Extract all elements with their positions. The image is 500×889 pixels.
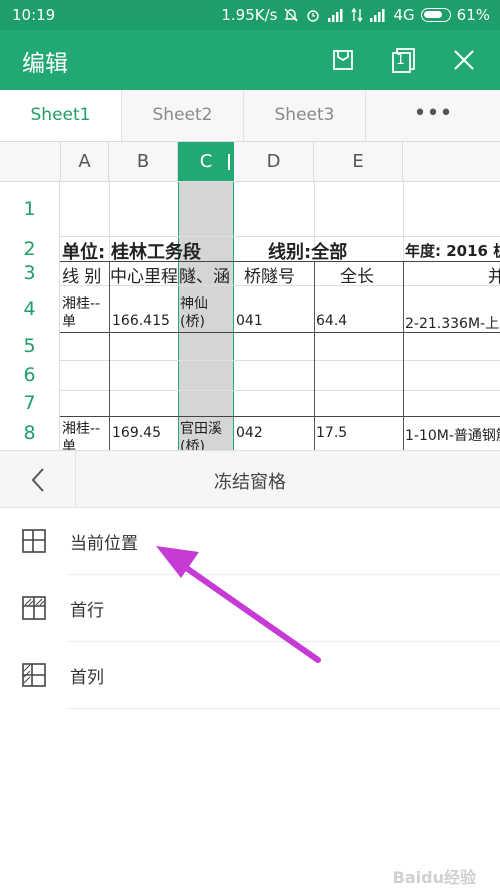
cell-a8-line1[interactable]: 湘桂-- <box>62 418 100 438</box>
gridline <box>60 360 500 361</box>
freeze-first-row-label: 首行 <box>70 601 104 621</box>
save-button[interactable] <box>325 42 361 78</box>
cell-b2[interactable]: 桂林工务段 <box>111 238 201 264</box>
column-header-c-label: C <box>199 151 213 172</box>
row-header-8[interactable]: 8 <box>0 416 60 450</box>
column-header-e[interactable]: E <box>314 142 403 182</box>
cell-a8-line2[interactable]: 单 <box>62 436 76 450</box>
cell-f8[interactable]: 1-10M-普通钢筋 <box>405 425 500 445</box>
panel-header: 冻结窗格 <box>0 450 500 508</box>
cell-f4[interactable]: 2-21.336M-上承 <box>405 313 500 333</box>
row-header-2[interactable]: 2 <box>0 236 60 261</box>
cell-e4[interactable]: 64.4 <box>316 313 347 329</box>
watermark-logo: Baidu经验 <box>392 868 476 887</box>
gridline <box>60 416 500 417</box>
freeze-first-column-icon <box>22 663 46 687</box>
row-header-5[interactable]: 5 <box>0 332 60 360</box>
status-icons: 1.95K/s 4G 61% <box>221 6 490 24</box>
signal-icon <box>328 9 343 22</box>
cell-b4[interactable]: 166.415 <box>112 313 170 329</box>
gridline <box>109 261 110 450</box>
cell-c8-line1[interactable]: 官田溪 <box>180 418 222 438</box>
app-bar: 编辑 1 <box>0 30 500 90</box>
cell-b8[interactable]: 169.45 <box>112 425 161 441</box>
network-type: 4G <box>393 6 415 24</box>
freeze-current-label: 当前位置 <box>70 534 138 554</box>
close-button[interactable] <box>446 42 482 78</box>
cell-e3[interactable]: 全长 <box>340 262 374 287</box>
freeze-first-column-option[interactable]: 首列 <box>0 642 500 709</box>
freeze-first-row-icon <box>22 596 46 620</box>
gridline <box>60 390 500 391</box>
freeze-first-column-label: 首列 <box>70 668 104 688</box>
tab-sheet1[interactable]: Sheet1 <box>0 90 122 141</box>
spreadsheet-grid[interactable]: A B C D E 1 2 3 4 5 6 7 8 单位: 桂林工务段 线别:全… <box>0 142 500 450</box>
column-header-c[interactable]: C <box>178 142 237 182</box>
row-header-1[interactable]: 1 <box>0 182 60 236</box>
cell-b3[interactable]: 中心里程 <box>110 262 178 287</box>
tab-sheet3[interactable]: Sheet3 <box>244 90 366 141</box>
tab-sheet2[interactable]: Sheet2 <box>122 90 244 141</box>
cell-c4-line2[interactable]: (桥) <box>180 311 205 331</box>
battery-icon <box>420 8 451 22</box>
cell-a2[interactable]: 单位: <box>62 238 105 264</box>
mute-icon <box>284 8 299 22</box>
gridline <box>109 182 110 261</box>
back-button[interactable] <box>0 451 76 508</box>
cell-a3[interactable]: 线 别 <box>62 262 101 287</box>
alarm-icon <box>307 10 320 22</box>
gridline <box>403 182 404 261</box>
freeze-first-row-option[interactable]: 首行 <box>0 575 500 642</box>
freeze-panes-panel: 冻结窗格 当前位置 首行 首列 <box>0 450 500 889</box>
cell-f2[interactable]: 年度: 2016 杭 <box>405 240 500 261</box>
row-header-7[interactable]: 7 <box>0 390 60 416</box>
more-tabs-button[interactable]: ••• <box>366 90 500 141</box>
cell-c8-line2[interactable]: (桥) <box>180 436 205 450</box>
save-icon <box>333 50 353 70</box>
window-switch-button[interactable]: 1 <box>386 42 422 78</box>
window-count: 1 <box>396 52 405 68</box>
status-time: 10:19 <box>12 6 56 24</box>
cell-a4-line1[interactable]: 湘桂-- <box>62 293 100 313</box>
page-title: 编辑 <box>22 51 68 77</box>
data-transfer-icon <box>351 8 364 22</box>
signal-icon-2 <box>370 9 385 22</box>
row-header-6[interactable]: 6 <box>0 360 60 390</box>
close-icon <box>454 50 474 70</box>
cell-d4[interactable]: 041 <box>236 313 263 329</box>
cell-c4-line1[interactable]: 神仙 <box>180 293 208 313</box>
screen: 10:19 1.95K/s 4G 61% 编辑 1 Sheet1 Sheet2 <box>0 0 500 889</box>
gridline <box>60 236 500 237</box>
corner-cell[interactable] <box>0 142 61 182</box>
column-header-a[interactable]: A <box>61 142 109 182</box>
cell-d2[interactable]: 线别:全部 <box>268 238 347 264</box>
row-header-3[interactable]: 3 <box>0 261 60 285</box>
cell-a4-line2[interactable]: 单 <box>62 311 76 331</box>
column-header-d[interactable]: D <box>234 142 314 182</box>
cell-c3[interactable]: 隧、涵 <box>179 262 234 287</box>
divider <box>66 708 500 709</box>
battery-level: 61% <box>456 6 490 24</box>
chevron-left-icon <box>31 467 44 492</box>
status-bar: 10:19 1.95K/s 4G 61% <box>0 0 500 30</box>
column-header-f[interactable] <box>403 142 500 182</box>
row-header-4[interactable]: 4 <box>0 285 60 332</box>
freeze-current-icon <box>22 529 46 553</box>
cell-f3[interactable]: 并 <box>488 262 500 287</box>
gridline <box>314 261 315 450</box>
freeze-current-position-option[interactable]: 当前位置 <box>0 508 500 575</box>
cell-d3[interactable]: 桥隧号 <box>244 262 295 287</box>
sheet-tabs: Sheet1 Sheet2 Sheet3 ••• <box>0 90 500 142</box>
column-header-b[interactable]: B <box>109 142 178 182</box>
network-speed: 1.95K/s <box>221 6 278 24</box>
gridline <box>403 261 404 450</box>
cell-d8[interactable]: 042 <box>236 425 263 441</box>
cell-e8[interactable]: 17.5 <box>316 425 347 441</box>
